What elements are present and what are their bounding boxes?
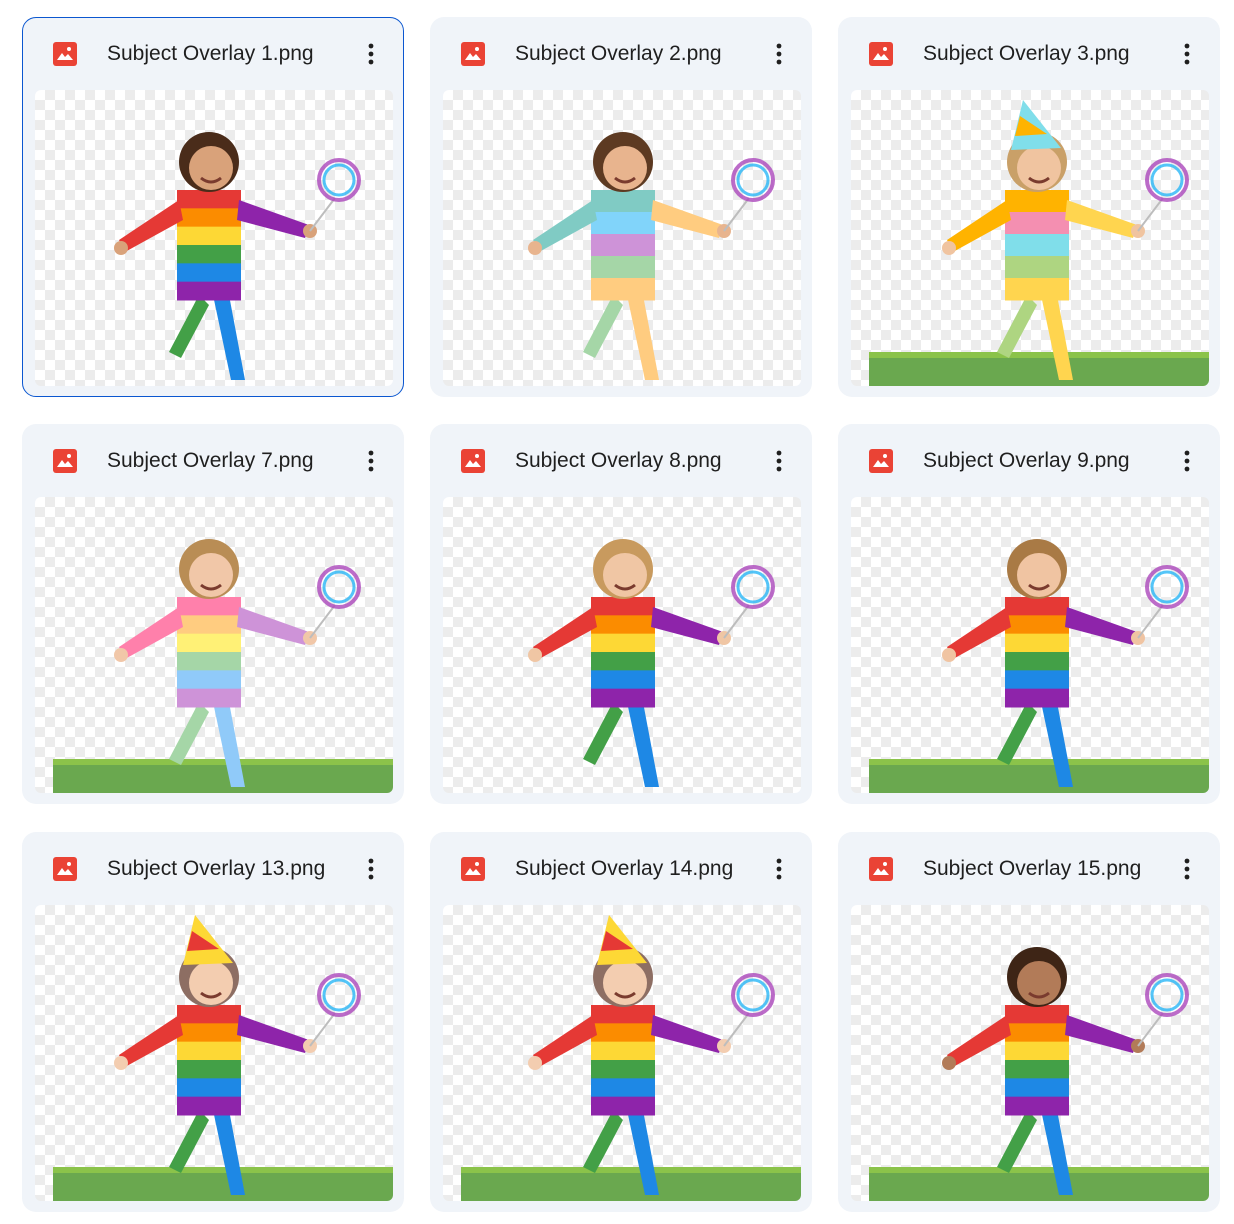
image-thumbnail[interactable] [851,90,1209,386]
more-options-button[interactable] [1169,851,1205,887]
image-thumbnail[interactable] [443,90,801,386]
image-thumbnail[interactable] [35,90,393,386]
more-vert-icon [1184,43,1190,65]
file-name: Subject Overlay 2.png [515,42,722,65]
image-file-icon [869,42,893,66]
image-file-icon [869,857,893,881]
image-file-icon [869,449,893,473]
child-figure-illustration [53,539,393,793]
image-file-icon [53,42,77,66]
child-figure-illustration [528,132,775,380]
file-card-header: Subject Overlay 8.png [431,425,811,497]
child-figure-illustration [869,947,1209,1201]
image-file-icon [461,857,485,881]
more-vert-icon [776,450,782,472]
file-grid: Subject Overlay 1.png Subject Overlay 2.p… [0,0,1234,1224]
image-file-icon [461,449,485,473]
image-file-icon [53,449,77,473]
more-vert-icon [368,43,374,65]
file-name: Subject Overlay 15.png [923,857,1142,880]
more-options-button[interactable] [1169,36,1205,72]
file-card-header: Subject Overlay 9.png [839,425,1219,497]
image-thumbnail[interactable] [443,905,801,1201]
image-thumbnail[interactable] [35,497,393,793]
image-file-icon [53,857,77,881]
file-card-header: Subject Overlay 13.png [23,833,403,905]
child-figure-illustration [53,915,393,1201]
more-vert-icon [368,858,374,880]
file-card-header: Subject Overlay 7.png [23,425,403,497]
more-vert-icon [1184,450,1190,472]
image-thumbnail[interactable] [443,497,801,793]
file-card[interactable]: Subject Overlay 14.png [430,832,812,1212]
more-options-button[interactable] [761,851,797,887]
more-options-button[interactable] [761,443,797,479]
file-name: Subject Overlay 9.png [923,449,1130,472]
more-vert-icon [1184,858,1190,880]
image-thumbnail[interactable] [35,905,393,1201]
file-name: Subject Overlay 7.png [107,449,314,472]
more-options-button[interactable] [1169,443,1205,479]
image-thumbnail[interactable] [851,905,1209,1201]
child-figure-illustration [114,132,361,380]
more-options-button[interactable] [353,851,389,887]
image-thumbnail[interactable] [851,497,1209,793]
file-card-header: Subject Overlay 14.png [431,833,811,905]
file-name: Subject Overlay 13.png [107,857,326,880]
child-figure-illustration [461,915,801,1201]
file-card[interactable]: Subject Overlay 1.png [22,17,404,397]
file-card[interactable]: Subject Overlay 2.png [430,17,812,397]
more-vert-icon [776,43,782,65]
file-card-header: Subject Overlay 2.png [431,18,811,90]
child-figure-illustration [528,539,775,787]
file-name: Subject Overlay 1.png [107,42,314,65]
file-name: Subject Overlay 3.png [923,42,1130,65]
file-card-header: Subject Overlay 1.png [23,18,403,90]
file-card[interactable]: Subject Overlay 15.png [838,832,1220,1212]
file-card[interactable]: Subject Overlay 13.png [22,832,404,1212]
file-card[interactable]: Subject Overlay 3.png [838,17,1220,397]
more-vert-icon [776,858,782,880]
file-card[interactable]: Subject Overlay 9.png [838,424,1220,804]
image-file-icon [461,42,485,66]
file-card-header: Subject Overlay 15.png [839,833,1219,905]
file-card[interactable]: Subject Overlay 7.png [22,424,404,804]
child-figure-illustration [869,539,1209,793]
more-options-button[interactable] [761,36,797,72]
file-card-header: Subject Overlay 3.png [839,18,1219,90]
more-options-button[interactable] [353,36,389,72]
child-figure-illustration [869,100,1209,386]
more-options-button[interactable] [353,443,389,479]
more-vert-icon [368,450,374,472]
file-name: Subject Overlay 8.png [515,449,722,472]
file-name: Subject Overlay 14.png [515,857,734,880]
file-card[interactable]: Subject Overlay 8.png [430,424,812,804]
